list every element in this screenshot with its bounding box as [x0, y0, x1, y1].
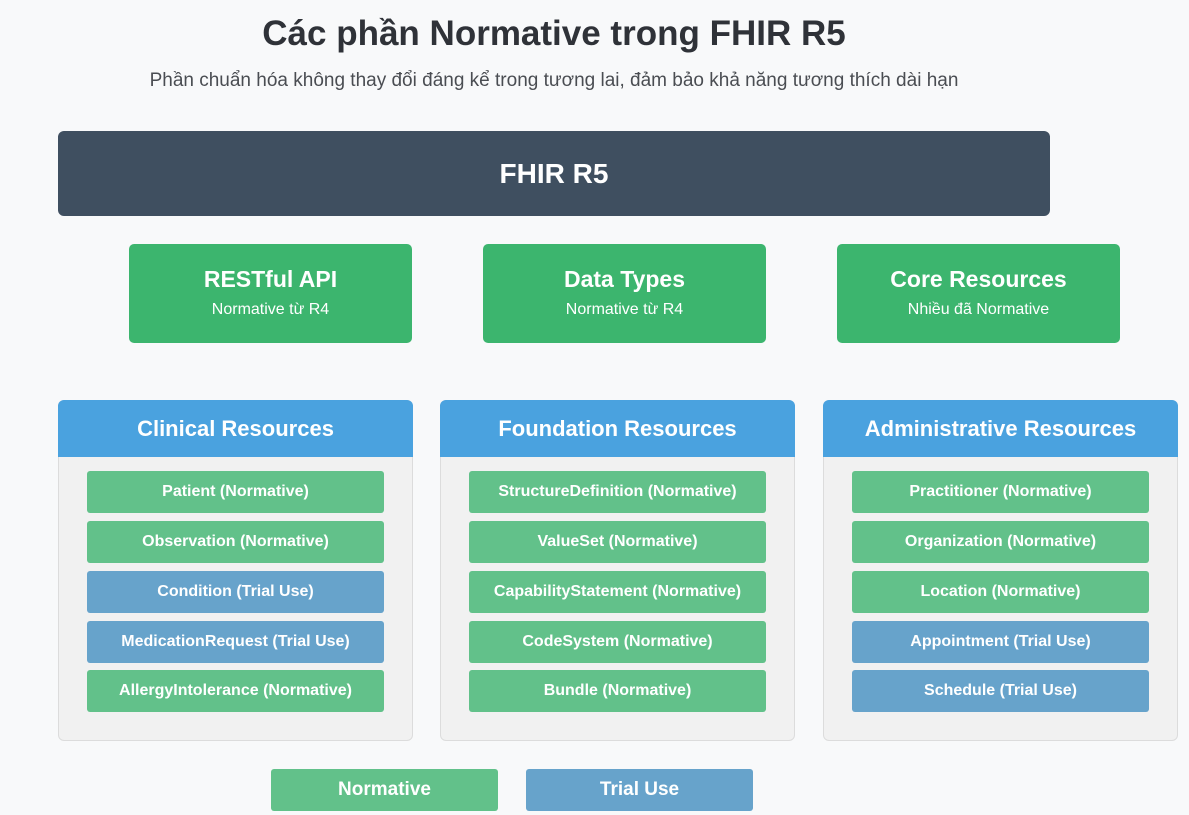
resource-item-bundle: Bundle (Normative) — [469, 670, 766, 712]
resource-item-structuredefinition: StructureDefinition (Normative) — [469, 471, 766, 513]
resource-item-location: Location (Normative) — [852, 571, 1149, 613]
legend-normative: Normative — [271, 769, 498, 811]
foundation-resources-panel: Foundation Resources StructureDefinition… — [440, 400, 795, 741]
data-types-subtitle: Normative từ R4 — [565, 301, 684, 318]
resource-item-practitioner: Practitioner (Normative) — [852, 471, 1149, 513]
data-types-title: Data Types — [563, 266, 685, 292]
administrative-resources-panel: Administrative Resources Practitioner (N… — [823, 400, 1178, 741]
resource-item-observation: Observation (Normative) — [87, 521, 384, 563]
legend-trial-use: Trial Use — [526, 769, 753, 811]
page-subtitle: Phần chuẩn hóa không thay đổi đáng kể tr… — [149, 70, 959, 91]
foundation-resources-header: Foundation Resources — [440, 400, 795, 457]
core-resources-subtitle: Nhiều đã Normative — [907, 301, 1050, 318]
resource-item-schedule: Schedule (Trial Use) — [852, 670, 1149, 712]
page-title: Các phần Normative trong FHIR R5 — [262, 14, 846, 53]
resource-item-codesystem: CodeSystem (Normative) — [469, 621, 766, 663]
resource-item-medicationrequest: MedicationRequest (Trial Use) — [87, 621, 384, 663]
administrative-resources-header: Administrative Resources — [823, 400, 1178, 457]
resource-item-appointment: Appointment (Trial Use) — [852, 621, 1149, 663]
resource-item-allergyintolerance: AllergyIntolerance (Normative) — [87, 670, 384, 712]
core-resources-title: Core Resources — [890, 266, 1067, 292]
clinical-resources-header: Clinical Resources — [58, 400, 413, 457]
restful-api-card: RESTful API Normative từ R4 — [129, 244, 412, 343]
fhir-r5-label: FHIR R5 — [499, 157, 609, 189]
resource-item-organization: Organization (Normative) — [852, 521, 1149, 563]
restful-api-subtitle: Normative từ R4 — [211, 301, 330, 318]
data-types-card: Data Types Normative từ R4 — [483, 244, 766, 343]
resource-item-valueset: ValueSet (Normative) — [469, 521, 766, 563]
clinical-resources-panel: Clinical Resources Patient (Normative) O… — [58, 400, 413, 741]
resource-item-patient: Patient (Normative) — [87, 471, 384, 513]
resource-item-capabilitystatement: CapabilityStatement (Normative) — [469, 571, 766, 613]
core-resources-card: Core Resources Nhiều đã Normative — [837, 244, 1120, 343]
resource-item-condition: Condition (Trial Use) — [87, 571, 384, 613]
fhir-r5-root-node: FHIR R5 — [58, 131, 1050, 216]
restful-api-title: RESTful API — [203, 266, 338, 292]
